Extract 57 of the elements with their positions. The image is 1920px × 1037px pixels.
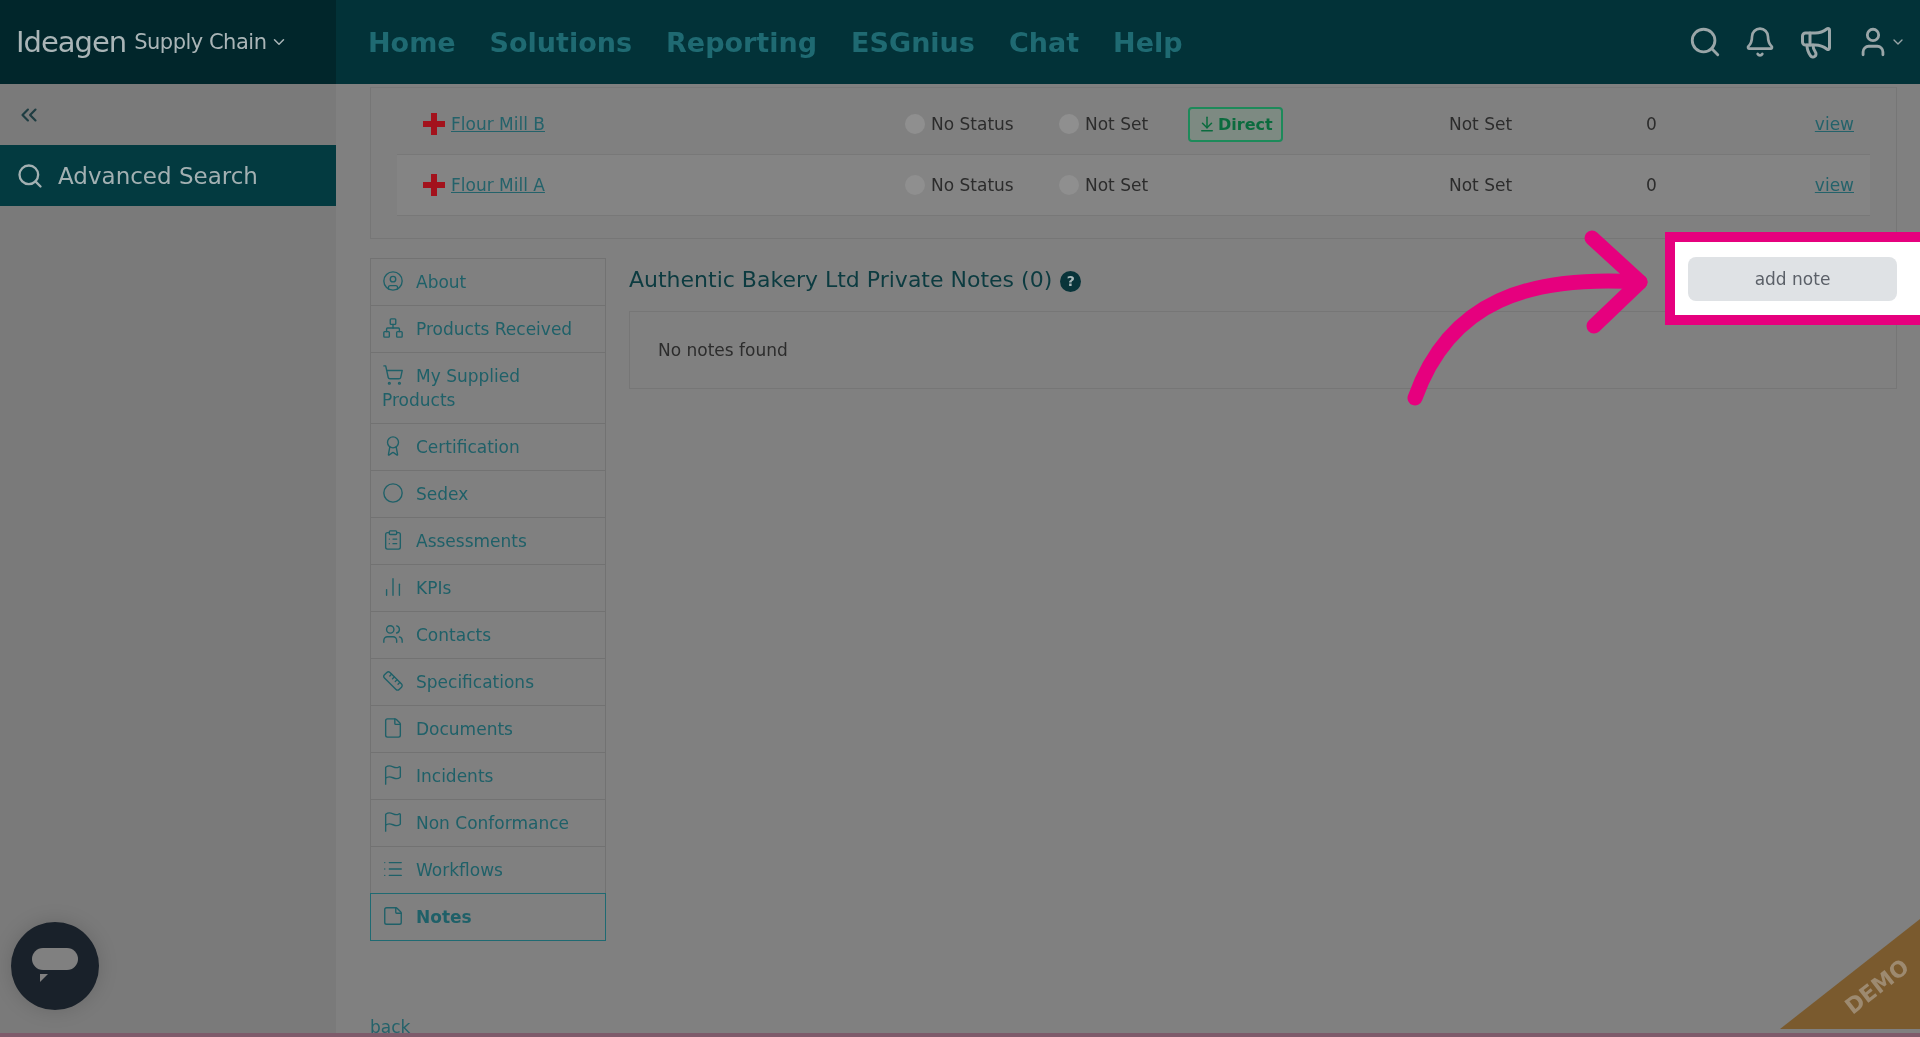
nav-link[interactable]: Reporting: [666, 26, 818, 58]
add-note-button[interactable]: add note: [1688, 256, 1897, 301]
cart-icon: [382, 364, 404, 386]
megaphone-icon[interactable]: [1798, 24, 1834, 60]
direct-badge: Direct: [1188, 106, 1283, 142]
menu-item[interactable]: Notes: [370, 893, 606, 941]
supplier-link[interactable]: Flour Mill A: [451, 175, 545, 195]
menu-item[interactable]: Sedex: [370, 470, 606, 518]
clipboard-icon: [382, 529, 404, 551]
menu-item[interactable]: Incidents: [370, 752, 606, 800]
circle-icon: [382, 482, 404, 504]
supplier-link[interactable]: Flour Mill B: [451, 114, 545, 134]
table-cell-text: Not Set: [1449, 114, 1514, 134]
nav-link[interactable]: Chat: [1008, 26, 1080, 58]
menu-item[interactable]: Contacts: [370, 611, 606, 659]
table-cell: Not Set: [1085, 175, 1149, 195]
speech-bubble-icon: [32, 948, 78, 984]
flag-icon: [382, 764, 404, 786]
document-icon: [382, 717, 404, 739]
note-icon: [382, 905, 404, 927]
hierarchy-icon: [382, 317, 404, 339]
nav-link[interactable]: Solutions: [489, 26, 633, 58]
person-circle-icon: [382, 270, 404, 292]
menu-item[interactable]: Specifications: [370, 658, 606, 706]
table-cell: No Status: [931, 175, 1014, 195]
back-link[interactable]: back: [370, 1017, 411, 1033]
menu-item[interactable]: About: [370, 258, 606, 306]
people-icon: [382, 623, 404, 645]
help-icon[interactable]: ?: [1060, 270, 1082, 292]
table-cell-text: Not Set: [1449, 175, 1514, 195]
table-cell-text: 0: [1646, 175, 1658, 195]
menu-item[interactable]: Products Received: [370, 305, 606, 353]
flag-icon: [382, 811, 404, 833]
sidebar-item[interactable]: Advanced Search: [0, 145, 336, 206]
menu-item[interactable]: Workflows: [370, 846, 606, 894]
view-link[interactable]: view: [1814, 114, 1854, 134]
section-title: Authentic Bakery Ltd Private Notes (0): [629, 266, 1053, 292]
product-switcher[interactable]: Supply Chain: [134, 30, 289, 54]
search-icon[interactable]: [1688, 25, 1722, 59]
table-cell: Not Set: [1085, 114, 1149, 134]
nav-link[interactable]: Help: [1113, 26, 1183, 58]
menu-item[interactable]: My Supplied Products: [370, 352, 606, 424]
bell-icon[interactable]: [1744, 26, 1776, 58]
menu-item[interactable]: Non Conformance: [370, 799, 606, 847]
menu-item[interactable]: KPIs: [370, 564, 606, 612]
view-link[interactable]: view: [1814, 175, 1854, 195]
ruler-icon: [382, 670, 404, 692]
nav-link[interactable]: ESGnius: [851, 26, 975, 58]
menu-item[interactable]: Certification: [370, 423, 606, 471]
logo[interactable]: Ideagen: [16, 25, 127, 59]
nav-link[interactable]: Home: [368, 26, 456, 58]
table-cell-text: 0: [1646, 114, 1658, 134]
menu-item[interactable]: Documents: [370, 705, 606, 753]
empty-message: No notes found: [658, 340, 788, 360]
menu-item[interactable]: Assessments: [370, 517, 606, 565]
table-cell: No Status: [931, 114, 1014, 134]
search-icon: [16, 161, 44, 190]
